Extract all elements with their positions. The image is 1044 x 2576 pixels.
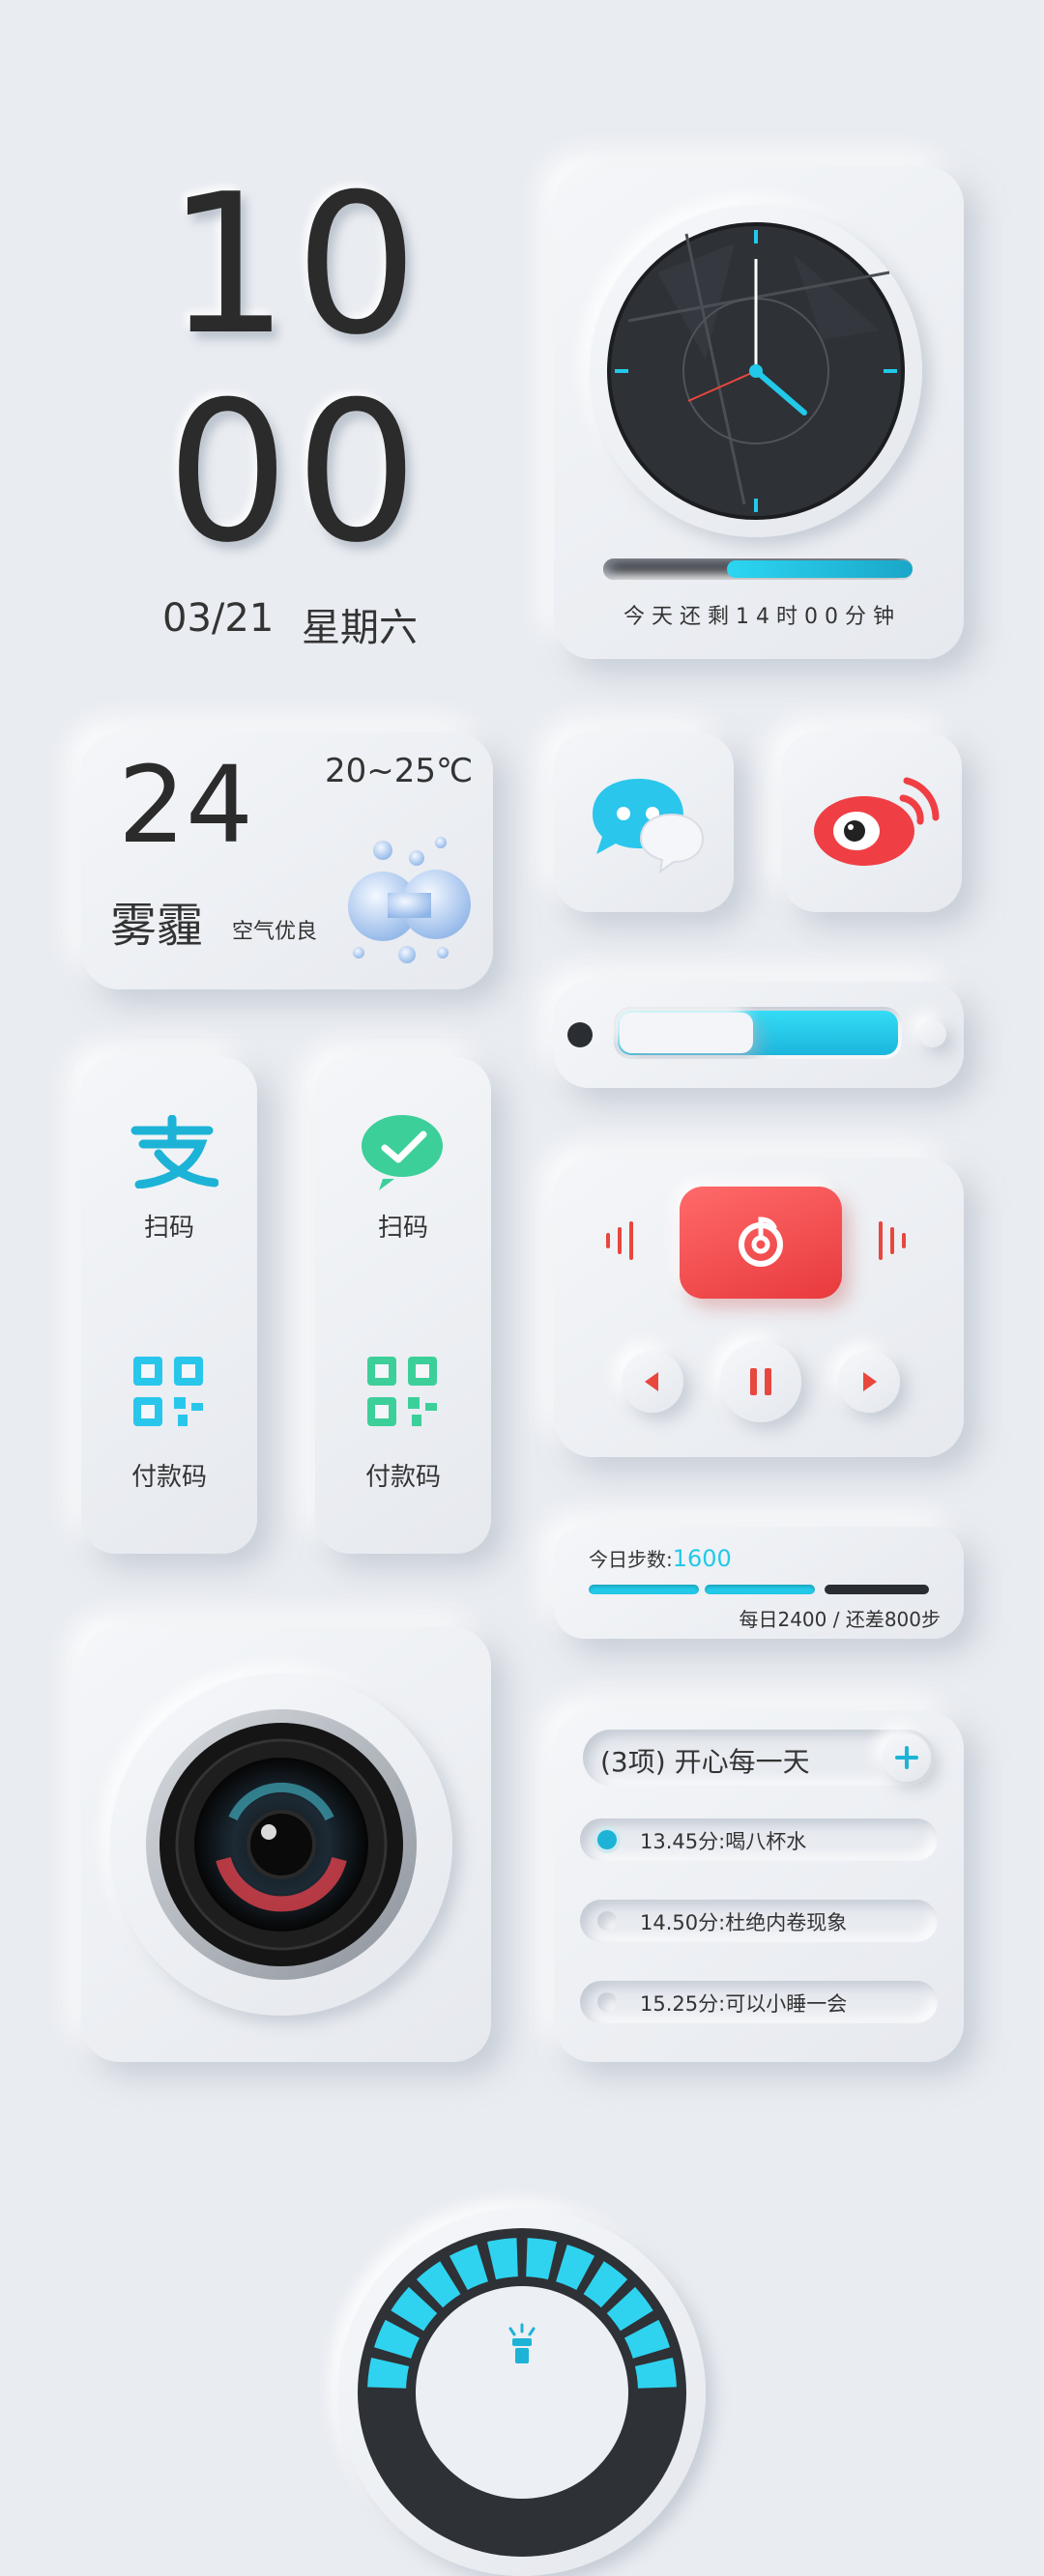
time-remaining-caption: 今 天 还 剩 1 4 时 0 0 分 钟	[624, 605, 894, 629]
slider-thumb[interactable]	[620, 1013, 753, 1053]
netease-music-icon	[739, 1216, 783, 1267]
alipay-qr-icon	[130, 1353, 207, 1430]
todo-item-2[interactable]: 14.50分:杜绝内卷现象	[580, 1900, 938, 1942]
todo-item-3-text: 15.25分:可以小睡一会	[640, 1992, 848, 2016]
flashlight-dial[interactable]	[338, 2209, 706, 2576]
wechat-scan-label: 扫码	[377, 1214, 428, 1243]
todo-check-2[interactable]	[597, 1911, 617, 1931]
alipay-icon	[130, 1115, 218, 1188]
todo-item-1[interactable]: 13.45分:喝八杯水	[580, 1818, 938, 1861]
steps-count: 1600	[672, 1545, 732, 1572]
slider-card[interactable]	[554, 982, 964, 1088]
previous-icon	[645, 1372, 658, 1391]
slider-max-dot	[919, 1020, 946, 1047]
previous-track-button[interactable]	[622, 1351, 683, 1413]
netease-music-button[interactable]	[680, 1187, 842, 1299]
clock-minutes: 00	[166, 360, 424, 586]
todo-title: (3项) 开心每一天	[600, 1746, 810, 1778]
wechat-pay-icon	[362, 1115, 443, 1190]
weather-blob-icon	[348, 837, 471, 963]
steps-progress-seg-2	[705, 1585, 815, 1594]
analog-clock-card[interactable]: 今 天 还 剩 1 4 时 0 0 分 钟	[554, 166, 964, 659]
chat-app-card[interactable]	[554, 732, 734, 912]
air-quality: 空气优良	[232, 920, 318, 944]
plus-icon	[895, 1746, 918, 1769]
weekday-text: 星期六	[302, 606, 418, 650]
flashlight-icon	[508, 2323, 536, 2363]
weather-card[interactable]: 24 20~25℃ 雾霾 空气优良	[81, 732, 493, 989]
wechat-qr-icon	[363, 1353, 441, 1430]
slider-track[interactable]	[614, 1007, 902, 1059]
steps-goal-text: 每日2400 / 还差800步	[739, 1608, 941, 1631]
weather-temperature: 24	[118, 743, 253, 867]
steps-label: 今日步数:1600	[589, 1544, 732, 1572]
clock-face	[607, 222, 905, 520]
weibo-app-card[interactable]	[782, 732, 962, 912]
date-text: 03/21	[162, 596, 275, 641]
steps-label-text: 今日步数:	[589, 1548, 673, 1571]
todo-item-2-text: 14.50分:杜绝内卷现象	[640, 1911, 848, 1934]
steps-progress-seg-3	[825, 1585, 929, 1594]
camera-lens-icon	[146, 1709, 417, 1980]
clock-hours: 10	[166, 153, 424, 378]
steps-progress-seg-1	[589, 1585, 699, 1594]
sound-wave-right-icon	[879, 1221, 906, 1260]
alipay-scan-label: 扫码	[143, 1214, 194, 1243]
add-todo-button[interactable]	[883, 1733, 931, 1782]
pause-icon	[750, 1368, 771, 1395]
flashlight-gauge	[358, 2228, 686, 2557]
wechat-pay-label: 付款码	[364, 1463, 441, 1492]
weibo-icon	[814, 777, 940, 866]
todo-check-3[interactable]	[597, 1992, 617, 2012]
todo-item-3[interactable]: 15.25分:可以小睡一会	[580, 1981, 938, 2023]
todo-header: (3项) 开心每一天	[583, 1730, 935, 1786]
time-remaining-fill	[727, 560, 913, 578]
camera-card[interactable]	[81, 1627, 491, 2062]
slider-min-dot	[567, 1022, 593, 1047]
chat-bubbles-icon	[593, 779, 705, 874]
sound-wave-left-icon	[606, 1221, 633, 1260]
next-track-button[interactable]	[838, 1351, 900, 1413]
alipay-pay-label: 付款码	[130, 1463, 207, 1492]
todo-item-1-text: 13.45分:喝八杯水	[640, 1830, 807, 1853]
pause-button[interactable]	[720, 1341, 801, 1422]
steps-card[interactable]: 今日步数:1600 每日2400 / 还差800步	[554, 1527, 964, 1639]
music-player-card[interactable]	[554, 1158, 964, 1457]
alipay-card[interactable]: 扫码 付款码	[81, 1057, 257, 1554]
time-remaining-bar	[603, 558, 913, 580]
weather-temp-range: 20~25℃	[325, 752, 474, 790]
next-icon	[863, 1372, 877, 1391]
todo-check-1[interactable]	[597, 1830, 617, 1849]
wechat-pay-card[interactable]: 扫码 付款码	[315, 1057, 491, 1554]
weather-condition: 雾霾	[110, 899, 204, 953]
